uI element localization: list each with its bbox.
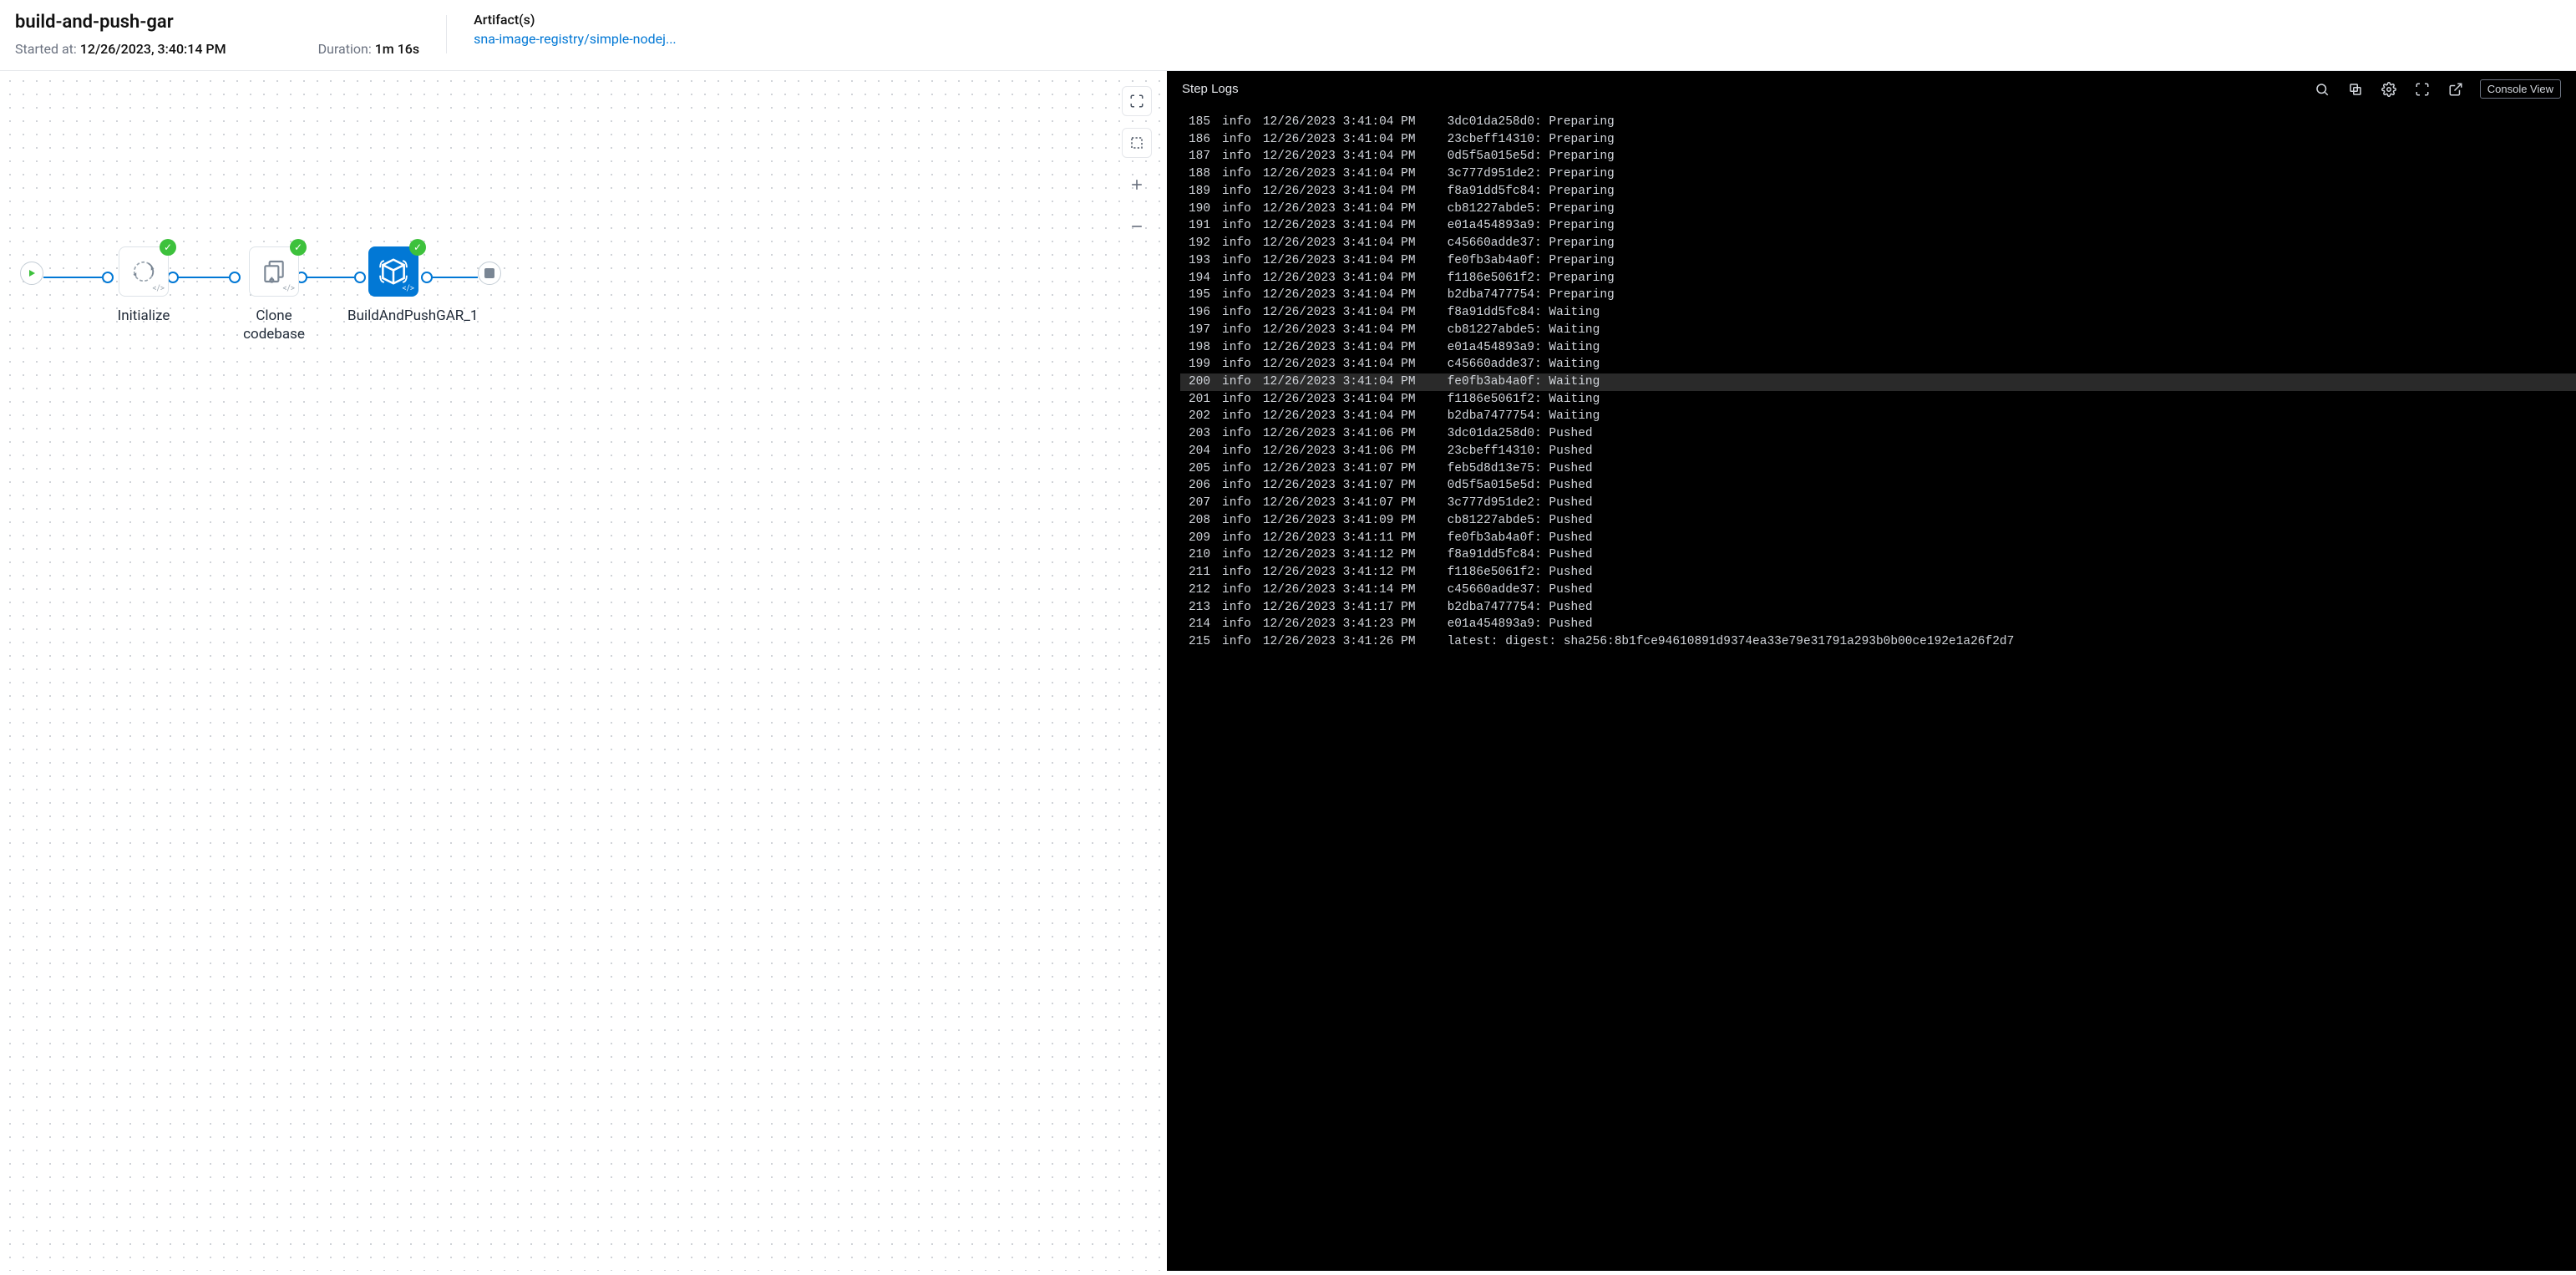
log-lines[interactable]: 185info12/26/2023 3:41:04 PM3dc01da258d0… xyxy=(1167,107,2576,664)
log-line[interactable]: 215info12/26/2023 3:41:26 PMlatest: dige… xyxy=(1180,633,2576,651)
log-line[interactable]: 195info12/26/2023 3:41:04 PMb2dba7477754… xyxy=(1180,287,2576,304)
log-line[interactable]: 208info12/26/2023 3:41:09 PMcb81227abde5… xyxy=(1180,512,2576,530)
log-line[interactable]: 190info12/26/2023 3:41:04 PMcb81227abde5… xyxy=(1180,201,2576,218)
logs-tools: Console View xyxy=(2313,79,2561,99)
duration-label: Duration: xyxy=(318,41,372,57)
log-line[interactable]: 191info12/26/2023 3:41:04 PMe01a454893a9… xyxy=(1180,217,2576,235)
log-line[interactable]: 200info12/26/2023 3:41:04 PMfe0fb3ab4a0f… xyxy=(1180,373,2576,391)
log-line[interactable]: 214info12/26/2023 3:41:23 PMe01a454893a9… xyxy=(1180,616,2576,633)
copy-icon[interactable] xyxy=(2346,80,2365,99)
log-line[interactable]: 202info12/26/2023 3:41:04 PMb2dba7477754… xyxy=(1180,408,2576,425)
artifacts-link[interactable]: sna-image-registry/simple-nodej... xyxy=(474,31,677,47)
success-badge-icon: ✓ xyxy=(160,239,176,256)
logs-header: Step Logs Console View xyxy=(1167,71,2576,107)
console-view-button[interactable]: Console View xyxy=(2480,79,2561,99)
log-line[interactable]: 198info12/26/2023 3:41:04 PMe01a454893a9… xyxy=(1180,339,2576,357)
log-line[interactable]: 207info12/26/2023 3:41:07 PM3c777d951de2… xyxy=(1180,495,2576,512)
log-line[interactable]: 203info12/26/2023 3:41:06 PM3dc01da258d0… xyxy=(1180,425,2576,443)
step-build-and-push-gar[interactable]: ✓ </> BuildAndPushGAR_1 xyxy=(347,246,439,325)
duration: Duration: 1m 16s xyxy=(318,41,420,57)
log-line[interactable]: 210info12/26/2023 3:41:12 PMf8a91dd5fc84… xyxy=(1180,546,2576,564)
external-link-icon[interactable] xyxy=(2447,80,2465,99)
log-line[interactable]: 194info12/26/2023 3:41:04 PMf1186e5061f2… xyxy=(1180,270,2576,287)
log-line[interactable]: 187info12/26/2023 3:41:04 PM0d5f5a015e5d… xyxy=(1180,148,2576,165)
log-line[interactable]: 199info12/26/2023 3:41:04 PMc45660adde37… xyxy=(1180,356,2576,373)
duration-value: 1m 16s xyxy=(375,41,419,57)
artifacts-title: Artifact(s) xyxy=(474,12,677,28)
select-area-button[interactable] xyxy=(1122,128,1152,158)
started-value: 12/26/2023, 3:40:14 PM xyxy=(80,41,226,57)
log-line[interactable]: 213info12/26/2023 3:41:17 PMb2dba7477754… xyxy=(1180,599,2576,617)
logs-title: Step Logs xyxy=(1182,82,1239,96)
log-line[interactable]: 193info12/26/2023 3:41:04 PMfe0fb3ab4a0f… xyxy=(1180,252,2576,270)
fit-view-button[interactable] xyxy=(1122,86,1152,116)
zoom-in-button[interactable] xyxy=(1122,170,1152,200)
code-icon: </> xyxy=(153,284,165,293)
log-line[interactable]: 205info12/26/2023 3:41:07 PMfeb5d8d13e75… xyxy=(1180,460,2576,478)
header-divider xyxy=(446,15,447,53)
start-node[interactable] xyxy=(20,262,43,285)
step-icon-clone: ✓ </> xyxy=(249,246,299,297)
pipeline-title: build-and-push-gar xyxy=(15,12,419,33)
step-label: Initialize xyxy=(102,307,185,325)
code-icon: </> xyxy=(283,284,295,293)
fullscreen-icon[interactable] xyxy=(2413,80,2431,99)
log-line[interactable]: 212info12/26/2023 3:41:14 PMc45660adde37… xyxy=(1180,582,2576,599)
log-line[interactable]: 209info12/26/2023 3:41:11 PMfe0fb3ab4a0f… xyxy=(1180,530,2576,547)
header-meta: Started at: 12/26/2023, 3:40:14 PM Durat… xyxy=(15,41,419,57)
code-icon: </> xyxy=(403,284,414,293)
step-icon-initialize: ✓ </> xyxy=(119,246,169,297)
log-line[interactable]: 185info12/26/2023 3:41:04 PM3dc01da258d0… xyxy=(1180,114,2576,131)
success-badge-icon: ✓ xyxy=(290,239,307,256)
edge xyxy=(43,277,102,278)
page-header: build-and-push-gar Started at: 12/26/202… xyxy=(0,0,2576,71)
log-line[interactable]: 206info12/26/2023 3:41:07 PM0d5f5a015e5d… xyxy=(1180,477,2576,495)
step-logs-panel: Step Logs Console View 185info12/26/2023… xyxy=(1167,71,2576,1271)
step-label: BuildAndPushGAR_1 xyxy=(347,307,439,325)
canvas-tools xyxy=(1122,86,1152,241)
artifacts-section: Artifact(s) sna-image-registry/simple-no… xyxy=(474,12,677,47)
log-line[interactable]: 196info12/26/2023 3:41:04 PMf8a91dd5fc84… xyxy=(1180,304,2576,322)
step-label: Clone codebase xyxy=(224,307,324,343)
started-at: Started at: 12/26/2023, 3:40:14 PM xyxy=(15,41,226,57)
log-line[interactable]: 188info12/26/2023 3:41:04 PM3c777d951de2… xyxy=(1180,165,2576,183)
log-line[interactable]: 211info12/26/2023 3:41:12 PMf1186e5061f2… xyxy=(1180,564,2576,582)
step-initialize[interactable]: ✓ </> Initialize xyxy=(102,246,185,325)
log-line[interactable]: 186info12/26/2023 3:41:04 PM23cbeff14310… xyxy=(1180,131,2576,149)
log-line[interactable]: 204info12/26/2023 3:41:06 PM23cbeff14310… xyxy=(1180,443,2576,460)
started-label: Started at: xyxy=(15,41,77,57)
header-left: build-and-push-gar Started at: 12/26/202… xyxy=(15,12,419,57)
log-line[interactable]: 189info12/26/2023 3:41:04 PMf8a91dd5fc84… xyxy=(1180,183,2576,201)
step-clone-codebase[interactable]: ✓ </> Clone codebase xyxy=(224,246,324,343)
step-icon-build-push: ✓ </> xyxy=(368,246,418,297)
log-line[interactable]: 192info12/26/2023 3:41:04 PMc45660adde37… xyxy=(1180,235,2576,252)
end-node[interactable] xyxy=(478,262,501,285)
success-badge-icon: ✓ xyxy=(409,239,426,256)
body: ✓ </> Initialize ✓ </> Clone codebase ✓ xyxy=(0,71,2576,1271)
pipeline-canvas[interactable]: ✓ </> Initialize ✓ </> Clone codebase ✓ xyxy=(0,71,1167,1271)
log-line[interactable]: 197info12/26/2023 3:41:04 PMcb81227abde5… xyxy=(1180,322,2576,339)
stop-icon xyxy=(484,268,494,278)
zoom-out-button[interactable] xyxy=(1122,211,1152,241)
search-icon[interactable] xyxy=(2313,80,2331,99)
gear-icon[interactable] xyxy=(2380,80,2398,99)
log-line[interactable]: 201info12/26/2023 3:41:04 PMf1186e5061f2… xyxy=(1180,391,2576,409)
